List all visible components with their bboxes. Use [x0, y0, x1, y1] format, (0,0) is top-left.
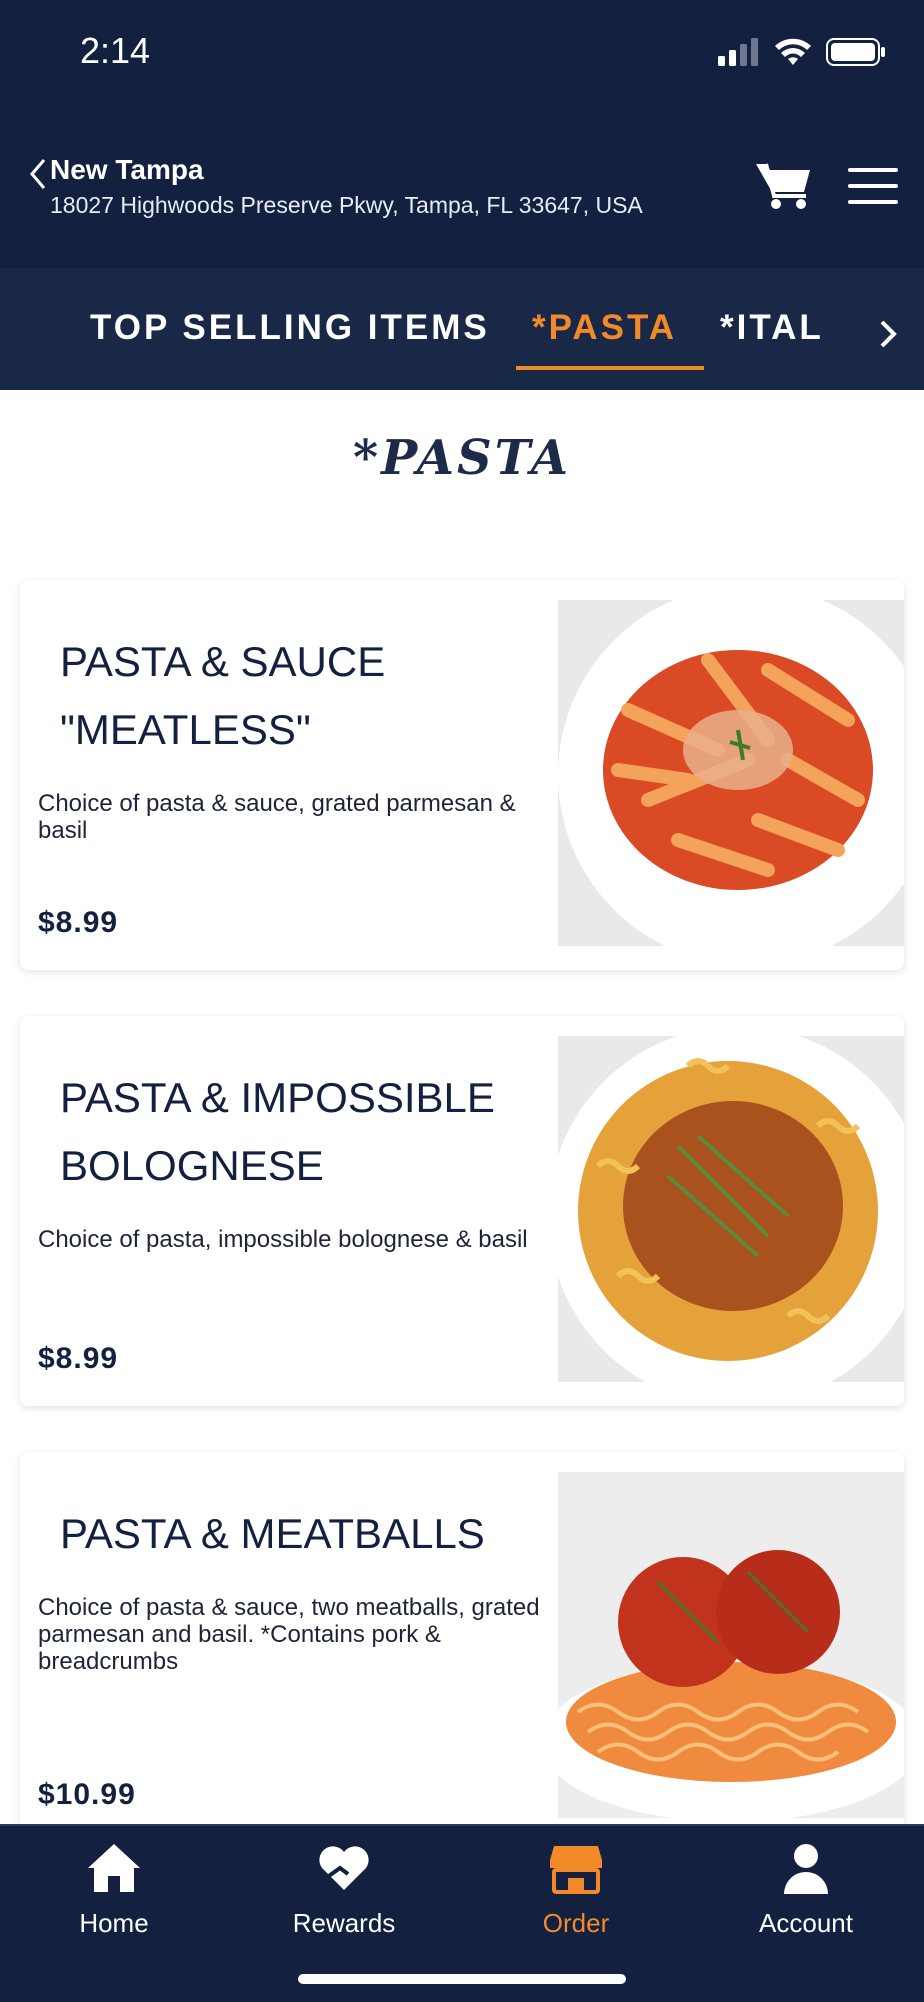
pasta-photo: [558, 1472, 904, 1818]
battery-icon: [826, 38, 885, 66]
pasta-photo: [558, 1036, 904, 1382]
home-icon: [88, 1844, 140, 1892]
cart-icon[interactable]: [754, 158, 814, 212]
item-image: [558, 1036, 904, 1382]
item-price: $8.99: [38, 1342, 119, 1375]
heart-hand-icon: [319, 1846, 369, 1890]
item-name: PASTA & SAUCE "MEATLESS": [60, 638, 386, 753]
section-title: *PASTA: [353, 430, 571, 486]
person-icon: [784, 1844, 828, 1894]
nav-label: Home: [79, 1908, 149, 1938]
tab-top-selling-items[interactable]: TOP SELLING ITEMS: [90, 308, 490, 348]
store-icon: [550, 1846, 602, 1894]
item-image: [558, 1472, 904, 1818]
store-address: 18027 Highwoods Preserve Pkwy, Tampa, FL…: [50, 192, 643, 218]
item-price: $10.99: [38, 1778, 136, 1811]
menu-item-card[interactable]: PASTA & SAUCE "MEATLESS" Choice of pasta…: [20, 580, 904, 970]
nav-order[interactable]: Order: [476, 1840, 676, 1939]
item-image: [558, 600, 904, 946]
item-name: PASTA & IMPOSSIBLE BOLOGNESE: [60, 1074, 495, 1189]
status-bar: 2:14: [0, 0, 924, 108]
item-description: Choice of pasta & sauce, grated parmesan…: [38, 790, 516, 844]
status-time: 2:14: [80, 30, 151, 71]
nav-label: Account: [759, 1908, 853, 1938]
nav-home[interactable]: Home: [14, 1840, 214, 1939]
wifi-icon: [775, 38, 811, 65]
pasta-photo: [558, 600, 904, 946]
menu-item-card[interactable]: PASTA & MEATBALLS Choice of pasta & sauc…: [20, 1452, 904, 1832]
category-tabs: TOP SELLING ITEMS *PASTA *ITALI: [0, 268, 924, 390]
tab-fade: [822, 288, 872, 368]
item-price: $8.99: [38, 906, 119, 939]
status-icons: [716, 38, 886, 66]
active-tab-indicator: [516, 366, 704, 370]
nav-rewards[interactable]: Rewards: [244, 1840, 444, 1939]
hamburger-menu-icon[interactable]: [846, 164, 900, 208]
item-description: Choice of pasta, impossible bolognese & …: [38, 1226, 528, 1253]
nav-label: Order: [542, 1908, 610, 1938]
store-name[interactable]: New Tampa: [50, 154, 204, 186]
store-header: New Tampa 18027 Highwoods Preserve Pkwy,…: [0, 108, 924, 268]
tab-italian[interactable]: *ITALI: [720, 308, 837, 348]
nav-label: Rewards: [292, 1908, 396, 1938]
chevron-right-icon[interactable]: [872, 316, 902, 352]
home-indicator: [298, 1974, 626, 1984]
nav-account[interactable]: Account: [706, 1840, 906, 1939]
tab-pasta[interactable]: *PASTA: [532, 308, 677, 348]
signal-icon: [718, 38, 758, 66]
menu-item-card[interactable]: PASTA & IMPOSSIBLE BOLOGNESE Choice of p…: [20, 1016, 904, 1406]
item-name: PASTA & MEATBALLS: [60, 1510, 485, 1557]
item-description: Choice of pasta & sauce, two meatballs, …: [38, 1594, 540, 1675]
